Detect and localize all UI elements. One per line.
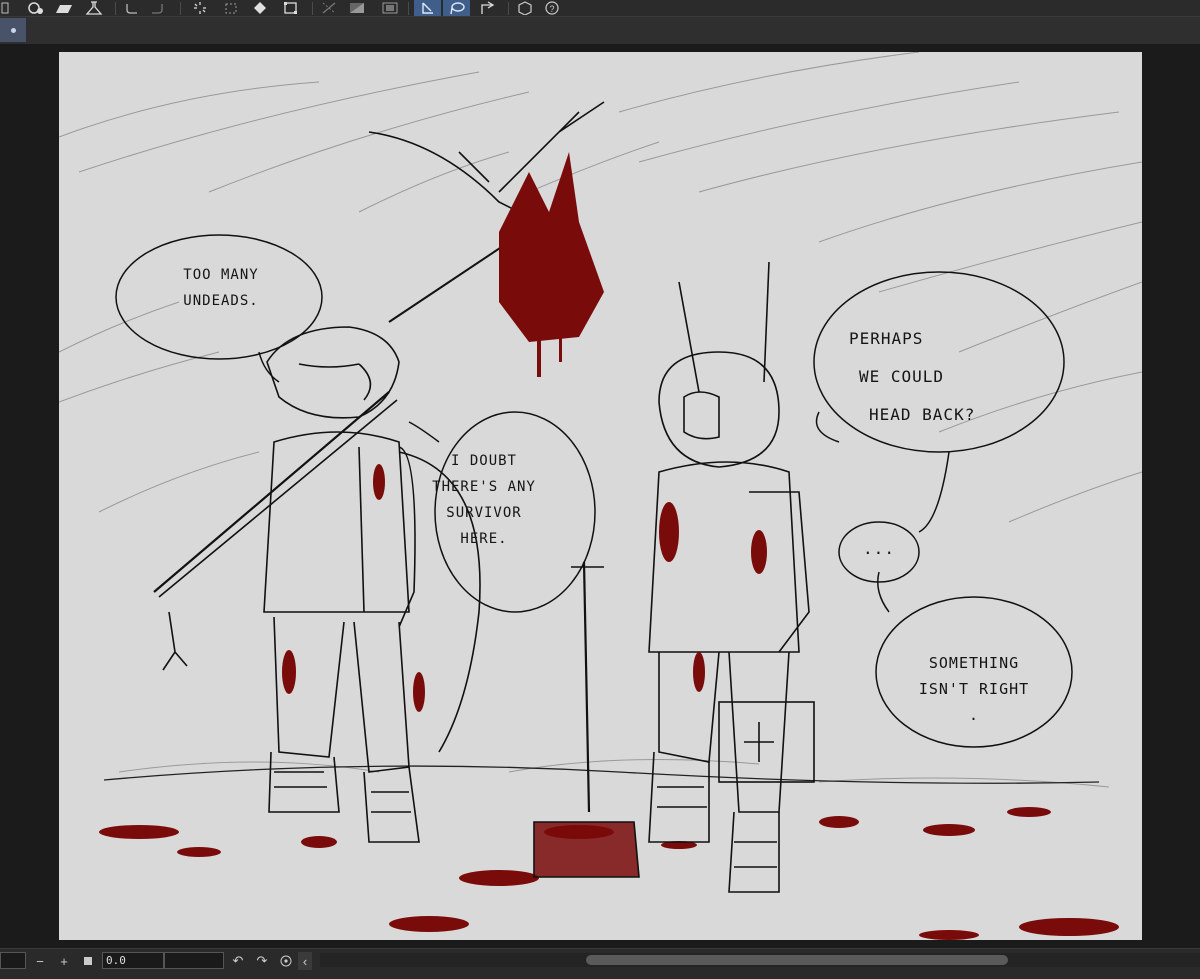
zoom-out-icon[interactable]: −: [32, 952, 48, 970]
zoom-in-icon[interactable]: +: [56, 952, 72, 970]
right-character: [571, 261, 815, 893]
scrollbar-thumb[interactable]: [586, 955, 1008, 965]
new-layer-icon[interactable]: [24, 0, 48, 16]
ruler-icon[interactable]: [318, 0, 342, 16]
fill-icon[interactable]: [249, 0, 273, 16]
document-tab-strip: [0, 17, 1200, 44]
zoom-field[interactable]: [0, 952, 26, 969]
bubble-line: TOO MANY: [183, 267, 259, 283]
open-icon[interactable]: [52, 0, 76, 16]
bubble-line: HEAD BACK?: [869, 405, 976, 424]
export-icon[interactable]: [476, 0, 500, 16]
bubble-line: WE COULD: [859, 367, 945, 386]
fit-icon[interactable]: [80, 952, 96, 970]
bubble-line: ISN'T RIGHT: [918, 680, 1030, 698]
tab-dot-icon: [10, 27, 16, 33]
redo-icon[interactable]: [146, 0, 168, 16]
horizontal-scrollbar[interactable]: [320, 953, 1200, 967]
bubble-line: SURVIVOR: [446, 505, 522, 521]
bubble-line: I DOUBT: [450, 453, 517, 469]
document-tab[interactable]: [0, 18, 26, 42]
reset-rotation-icon[interactable]: [278, 952, 294, 970]
undo-icon[interactable]: [121, 0, 143, 16]
3d-icon[interactable]: [513, 0, 537, 16]
speech-bubble-too-many-undeads: TOO MANY UNDEADS.: [151, 262, 291, 314]
loading-icon[interactable]: [188, 0, 212, 16]
canvas-status-bar: − + 0.0 ↶ ↷ ‹: [0, 948, 1200, 979]
sketch-artwork: [59, 52, 1142, 940]
bubble-line: SOMETHING: [928, 654, 1020, 672]
drawing-canvas[interactable]: TOO MANY UNDEADS. I DOUBT THERE'S ANY SU…: [59, 52, 1142, 940]
svg-text:?: ?: [550, 4, 555, 14]
axe-blood: [499, 152, 604, 377]
speech-bubble-something: SOMETHING ISN'T RIGHT .: [894, 650, 1054, 728]
main-toolbar: ?: [0, 0, 1200, 17]
bubble-line: HERE.: [460, 531, 508, 547]
gradient-icon[interactable]: [345, 0, 369, 16]
flip-icon[interactable]: ‹: [298, 952, 312, 970]
help-icon[interactable]: ?: [540, 0, 564, 16]
rotate-left-icon[interactable]: ↶: [230, 952, 246, 970]
bubble-line: THERE'S ANY: [432, 479, 536, 495]
bubble-line: PERHAPS: [849, 329, 924, 348]
crop-icon[interactable]: [279, 0, 303, 16]
speech-bubble-perhaps: PERHAPS WE COULD HEAD BACK?: [849, 320, 1019, 434]
rotate-right-icon[interactable]: ↷: [254, 952, 270, 970]
lasso-icon[interactable]: [443, 0, 470, 16]
speech-bubble-ellipsis: ...: [859, 536, 899, 562]
flask-icon[interactable]: [82, 0, 106, 16]
select-icon[interactable]: [414, 0, 441, 16]
bubble-line: .: [968, 706, 980, 724]
speech-bubble-i-doubt: I DOUBT THERE'S ANY SURVIVOR HERE.: [419, 448, 549, 552]
filmstrip-icon[interactable]: [378, 0, 402, 16]
transform-icon[interactable]: [220, 0, 244, 16]
bubble-line: UNDEADS.: [183, 293, 259, 309]
panel-edge-icon: [0, 0, 10, 16]
rotation-slider[interactable]: [164, 952, 224, 969]
bubble-line: ...: [863, 539, 895, 558]
rotation-angle-field[interactable]: 0.0: [102, 952, 164, 969]
